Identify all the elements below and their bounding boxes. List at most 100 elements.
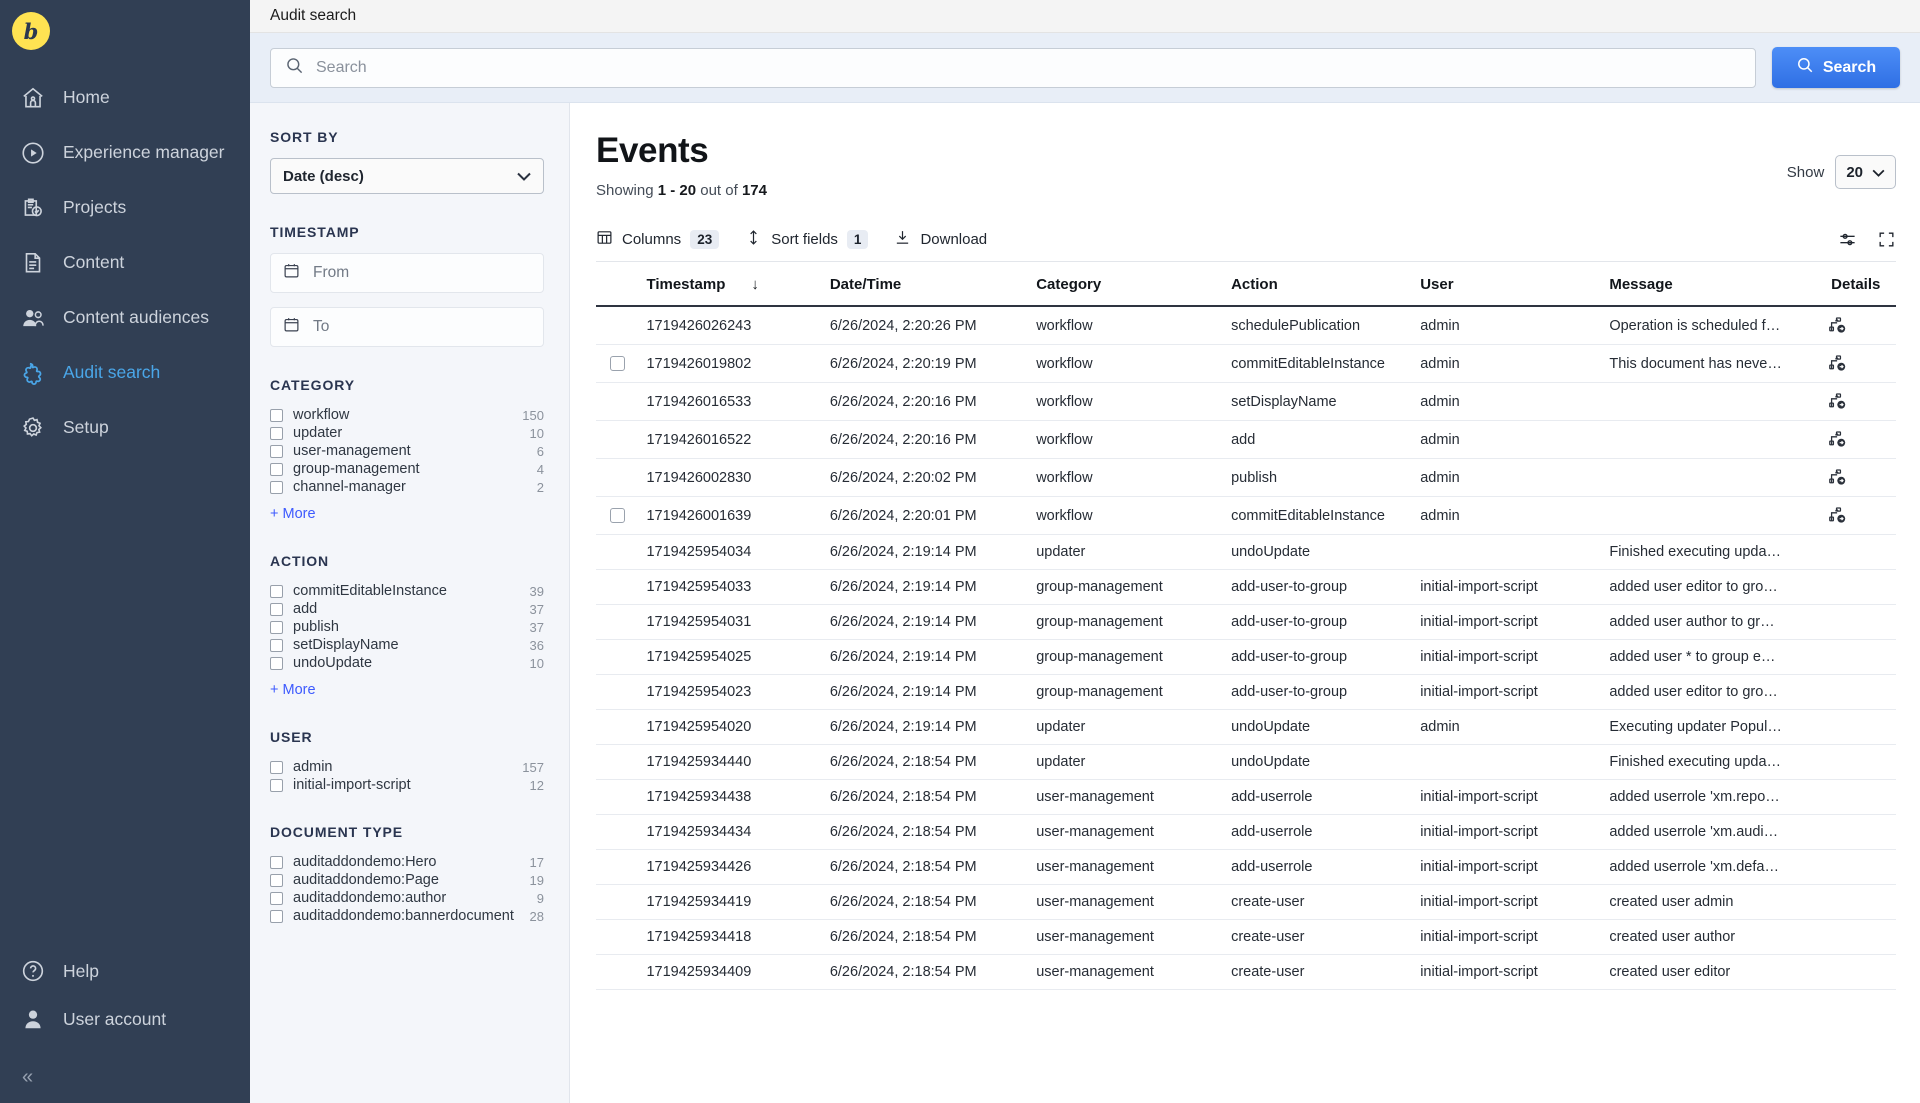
table-row[interactable]: 1719425954020 6/26/2024, 2:19:14 PM update… (596, 709, 1896, 745)
sidebar-item-user-account[interactable]: User account (0, 995, 250, 1043)
view-details-icon[interactable] (1827, 392, 1896, 411)
sidebar-item-content[interactable]: Content (0, 235, 250, 290)
timestamp-to-field[interactable]: To (270, 307, 544, 347)
facet-category-more-link[interactable]: + More (270, 506, 316, 522)
view-details-icon[interactable] (1827, 316, 1896, 335)
facet-user-option[interactable]: admin 157 (270, 758, 544, 776)
row-select-cell[interactable] (596, 639, 647, 675)
facet-document-type-option[interactable]: auditaddondemo:Hero 17 (270, 853, 544, 871)
checkbox-icon[interactable] (270, 444, 283, 458)
facet-action-option[interactable]: setDisplayName 36 (270, 636, 544, 654)
table-row[interactable]: 1719425954033 6/26/2024, 2:19:14 PM group-… (596, 569, 1896, 605)
row-select-cell[interactable] (596, 344, 647, 383)
checkbox-icon[interactable] (270, 584, 283, 598)
columns-button[interactable]: Columns 23 (596, 229, 720, 250)
th-action[interactable]: Action (1231, 262, 1421, 307)
view-details-icon[interactable] (1827, 468, 1896, 487)
checkbox-icon[interactable] (270, 656, 283, 670)
table-row[interactable]: 1719426002830 6/26/2024, 2:20:02 PM workfl… (596, 458, 1896, 497)
facet-category-option[interactable]: group-management 4 (270, 460, 544, 478)
facet-action-option[interactable]: commitEditableInstance 39 (270, 582, 544, 600)
brand[interactable]: b (0, 0, 250, 62)
view-details-icon[interactable] (1827, 354, 1896, 373)
sliders-icon[interactable] (1838, 230, 1857, 249)
checkbox-icon[interactable] (270, 891, 283, 905)
table-row[interactable]: 1719426001639 6/26/2024, 2:20:01 PM workfl… (596, 496, 1896, 535)
search-button[interactable]: Search (1772, 47, 1900, 88)
row-select-cell[interactable] (596, 919, 647, 955)
checkbox-icon[interactable] (270, 426, 283, 440)
row-checkbox-icon[interactable] (610, 508, 625, 523)
cell-details[interactable] (1827, 458, 1896, 497)
table-row[interactable]: 1719425934419 6/26/2024, 2:18:54 PM user-m… (596, 884, 1896, 920)
th-datetime[interactable]: Date/Time (829, 262, 1037, 307)
table-row[interactable]: 1719425934418 6/26/2024, 2:18:54 PM user-m… (596, 919, 1896, 955)
row-select-cell[interactable] (596, 779, 647, 815)
table-row[interactable]: 1719425934434 6/26/2024, 2:18:54 PM user-m… (596, 814, 1896, 850)
download-button[interactable]: Download (894, 229, 987, 250)
row-checkbox-icon[interactable] (610, 356, 625, 371)
th-user[interactable]: User (1420, 262, 1610, 307)
checkbox-icon[interactable] (270, 778, 283, 792)
th-category[interactable]: Category (1036, 262, 1232, 307)
row-select-cell[interactable] (596, 849, 647, 885)
table-row[interactable]: 1719425934438 6/26/2024, 2:18:54 PM user-m… (596, 779, 1896, 815)
facet-action-option[interactable]: publish 37 (270, 618, 544, 636)
cell-details[interactable] (1827, 496, 1896, 535)
facet-user-option[interactable]: initial-import-script 12 (270, 776, 544, 794)
row-select-cell[interactable] (596, 496, 647, 535)
table-row[interactable]: 1719425934440 6/26/2024, 2:18:54 PM update… (596, 744, 1896, 780)
facet-action-more-link[interactable]: + More (270, 682, 316, 698)
sidebar-item-setup[interactable]: Setup (0, 400, 250, 455)
row-select-cell[interactable] (596, 306, 647, 345)
th-timestamp[interactable]: Timestamp ↓ (646, 262, 830, 307)
sidebar-item-experience-manager[interactable]: Experience manager (0, 125, 250, 180)
sort-by-select[interactable]: Date (desc) (270, 158, 544, 194)
sort-fields-button[interactable]: Sort fields 1 (745, 229, 869, 250)
table-row[interactable]: 1719426019802 6/26/2024, 2:20:19 PM workfl… (596, 344, 1896, 383)
search-input-wrapper[interactable] (270, 47, 1756, 88)
sidebar-item-projects[interactable]: Projects (0, 180, 250, 235)
facet-document-type-option[interactable]: auditaddondemo:Page 19 (270, 871, 544, 889)
table-row[interactable]: 1719425954025 6/26/2024, 2:19:14 PM group-… (596, 639, 1896, 675)
sidebar-item-help[interactable]: Help (0, 947, 250, 995)
table-row[interactable]: 1719425954034 6/26/2024, 2:19:14 PM update… (596, 534, 1896, 570)
cell-details[interactable] (1827, 306, 1896, 345)
facet-action-option[interactable]: add 37 (270, 600, 544, 618)
row-select-cell[interactable] (596, 674, 647, 710)
row-select-cell[interactable] (596, 534, 647, 570)
table-row[interactable]: 1719426016533 6/26/2024, 2:20:16 PM workfl… (596, 382, 1896, 421)
row-select-cell[interactable] (596, 420, 647, 459)
cell-details[interactable] (1827, 344, 1896, 383)
row-select-cell[interactable] (596, 382, 647, 421)
search-input[interactable] (316, 58, 1741, 77)
table-row[interactable]: 1719425934426 6/26/2024, 2:18:54 PM user-m… (596, 849, 1896, 885)
checkbox-icon[interactable] (270, 480, 283, 494)
sidebar-collapse-button[interactable]: « (0, 1051, 250, 1103)
facet-action-option[interactable]: undoUpdate 10 (270, 654, 544, 672)
facet-document-type-option[interactable]: auditaddondemo:author 9 (270, 889, 544, 907)
sidebar-item-content-audiences[interactable]: Content audiences (0, 290, 250, 345)
view-details-icon[interactable] (1827, 506, 1896, 525)
timestamp-from-field[interactable]: From (270, 253, 544, 293)
table-row[interactable]: 1719426026243 6/26/2024, 2:20:26 PM workfl… (596, 306, 1896, 345)
facet-category-option[interactable]: user-management 6 (270, 442, 544, 460)
fullscreen-icon[interactable] (1877, 230, 1896, 249)
checkbox-icon[interactable] (270, 873, 283, 887)
row-select-cell[interactable] (596, 709, 647, 745)
row-select-cell[interactable] (596, 884, 647, 920)
table-row[interactable]: 1719426016522 6/26/2024, 2:20:16 PM workfl… (596, 420, 1896, 459)
sidebar-item-audit-search[interactable]: Audit search (0, 345, 250, 400)
checkbox-icon[interactable] (270, 408, 283, 422)
page-size-select[interactable]: 20 (1835, 155, 1896, 189)
row-select-cell[interactable] (596, 814, 647, 850)
checkbox-icon[interactable] (270, 638, 283, 652)
table-row[interactable]: 1719425954031 6/26/2024, 2:19:14 PM group-… (596, 604, 1896, 640)
table-row[interactable]: 1719425954023 6/26/2024, 2:19:14 PM group-… (596, 674, 1896, 710)
facet-category-option[interactable]: updater 10 (270, 424, 544, 442)
checkbox-icon[interactable] (270, 620, 283, 634)
facet-category-option[interactable]: workflow 150 (270, 406, 544, 424)
checkbox-icon[interactable] (270, 855, 283, 869)
facet-category-option[interactable]: channel-manager 2 (270, 478, 544, 496)
row-select-cell[interactable] (596, 458, 647, 497)
